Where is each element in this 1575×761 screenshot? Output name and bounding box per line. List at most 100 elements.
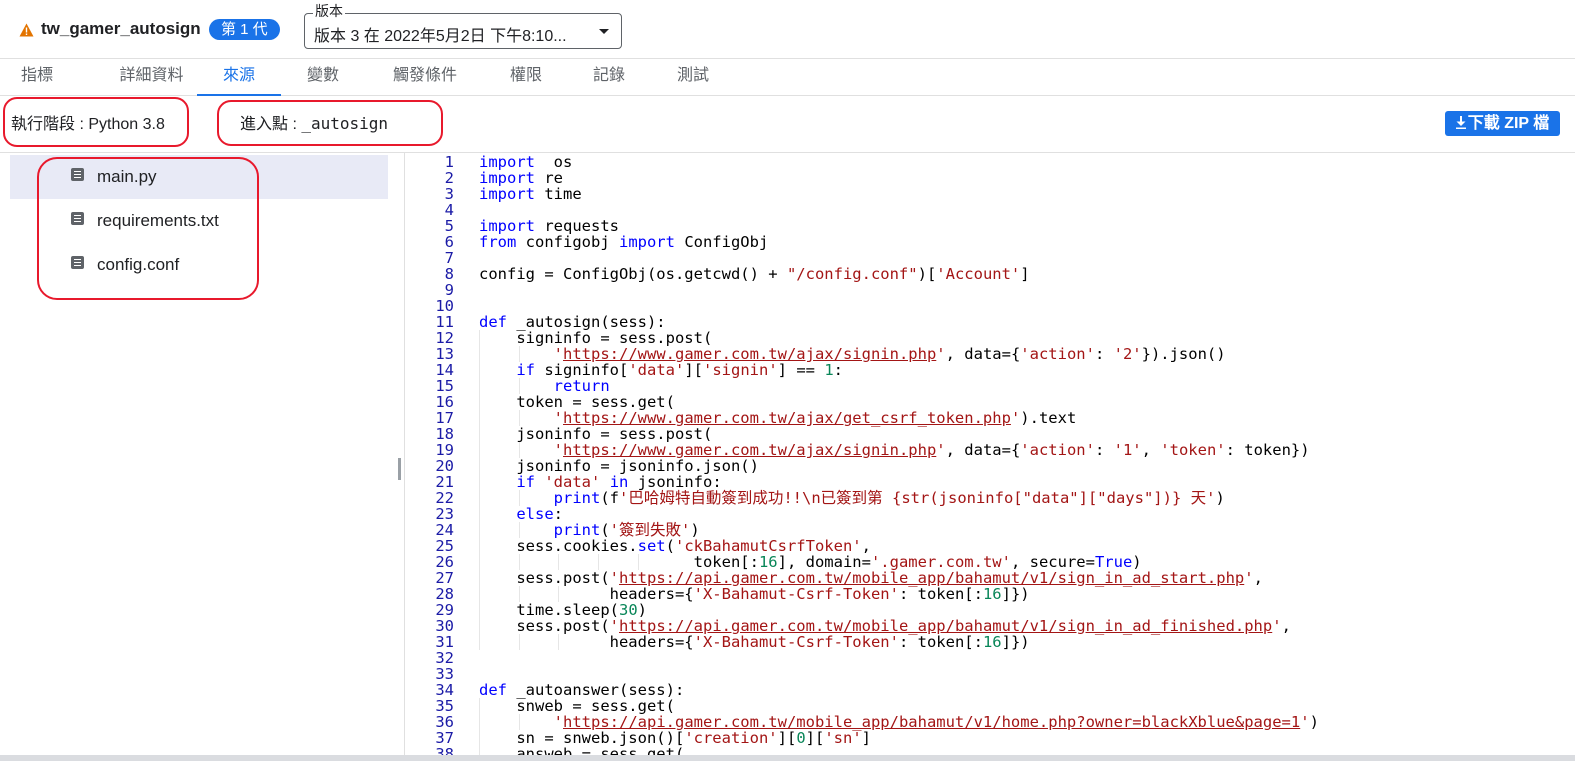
code-text: 'https://www.gamer.com.tw/ajax/signin.ph…	[479, 346, 1226, 362]
tab-testing[interactable]: 測試	[665, 59, 721, 94]
code-text: import time	[479, 186, 582, 202]
code-token: time	[535, 185, 582, 203]
code-editor[interactable]: 1 import os 2 import re 3 import time 4 5 import…	[406, 154, 1575, 761]
code-line: 15 return	[406, 378, 1575, 394]
code-text: signinfo = sess.post(	[479, 330, 712, 346]
line-number: 33	[435, 665, 454, 683]
code-token: '	[1300, 713, 1310, 731]
line-number: 22	[435, 489, 454, 507]
code-text: def _autoanswer(sess):	[479, 682, 684, 698]
code-token: : token})	[1225, 441, 1310, 459]
code-text: jsoninfo = jsoninfo.json()	[479, 458, 759, 474]
line-number: 20	[435, 457, 454, 475]
warning-triangle-icon	[19, 23, 34, 37]
tab-logs[interactable]: 記錄	[581, 59, 637, 94]
code-token: ][	[805, 729, 825, 747]
code-token: '	[1010, 409, 1021, 427]
code-line: 19 'https://www.gamer.com.tw/ajax/signin…	[406, 442, 1575, 458]
code-line: 1 import os	[406, 154, 1575, 170]
code-token: ,	[1281, 617, 1291, 635]
code-token: configobj	[516, 233, 619, 251]
code-token: :	[833, 361, 844, 379]
code-token: }).json()	[1141, 345, 1226, 363]
code-token: 'data'	[628, 361, 685, 379]
code-text: headers={'X-Bahamut-Csrf-Token': token[:…	[479, 634, 1030, 650]
code-text: print('簽到失敗')	[479, 522, 700, 538]
horizontal-scrollbar[interactable]	[0, 755, 1575, 761]
line-number: 37	[435, 729, 454, 747]
line-number: 19	[435, 441, 454, 459]
code-token: 16	[982, 585, 1002, 603]
panel-resize-handle[interactable]	[398, 458, 401, 480]
editor-divider	[404, 153, 405, 761]
line-number: 3	[444, 185, 454, 203]
line-number: 36	[435, 713, 454, 731]
code-text: else:	[479, 506, 563, 522]
line-number: 18	[435, 425, 454, 443]
tab-triggers[interactable]: 觸發條件	[380, 59, 470, 94]
code-line: 5 import requests	[406, 218, 1575, 234]
code-text: return	[479, 378, 610, 394]
line-number: 34	[435, 681, 454, 699]
code-token: , data={	[945, 345, 1021, 363]
code-token: )[	[917, 265, 937, 283]
code-line: 32	[406, 650, 1575, 666]
code-text: import requests	[479, 218, 619, 234]
code-token: 'sn'	[824, 729, 862, 747]
tab-metrics[interactable]: 指標	[9, 59, 65, 94]
code-token: ,	[1141, 441, 1161, 459]
line-number: 9	[444, 281, 454, 299]
line-number: 6	[444, 233, 454, 251]
tab-source[interactable]: 來源	[197, 59, 281, 96]
tab-details[interactable]: 詳細資料	[93, 59, 210, 94]
line-number: 15	[435, 377, 454, 395]
function-name: tw_gamer_autosign	[41, 19, 201, 38]
code-text: if 'data' in jsoninfo:	[479, 474, 721, 490]
code-token: 16	[982, 633, 1002, 651]
code-token: 'action'	[1020, 441, 1095, 459]
code-line: 18 jsoninfo = sess.post(	[406, 426, 1575, 442]
tab-bar: 指標 詳細資料 來源 變數 觸發條件 權限 記錄 測試	[0, 59, 1575, 96]
line-number: 1	[444, 154, 454, 171]
code-line: 4	[406, 202, 1575, 218]
code-text: def _autosign(sess):	[479, 314, 666, 330]
code-line: 31 headers={'X-Bahamut-Csrf-Token': toke…	[406, 634, 1575, 650]
code-text: time.sleep(30)	[479, 602, 647, 618]
code-text: import re	[479, 170, 563, 186]
code-token: '2'	[1113, 345, 1142, 363]
annotation-runtime-circle	[3, 97, 189, 147]
line-number: 31	[435, 633, 454, 651]
tab-variables[interactable]: 變數	[295, 59, 351, 94]
line-number: 26	[435, 553, 454, 571]
line-number: 27	[435, 569, 454, 587]
download-icon	[1455, 116, 1466, 129]
code-line: 37 sn = snweb.json()['creation'][0]['sn'…	[406, 730, 1575, 746]
code-line: 10	[406, 298, 1575, 314]
line-number: 13	[435, 345, 454, 363]
code-token: )	[1215, 489, 1225, 507]
code-line: 7	[406, 250, 1575, 266]
tab-permissions[interactable]: 權限	[498, 59, 554, 94]
code-line: 6 from configobj import ConfigObj	[406, 234, 1575, 250]
line-number: 2	[444, 169, 454, 187]
code-token: '	[936, 345, 946, 363]
code-token: ][	[777, 729, 797, 747]
line-number: 28	[435, 585, 454, 603]
code-token: 'X-Bahamut-Csrf-Token'	[693, 585, 899, 603]
code-text: import os	[479, 154, 572, 170]
divider	[0, 152, 1575, 153]
line-number: 25	[435, 537, 454, 555]
download-zip-button[interactable]: 下載 ZIP 檔	[1445, 111, 1560, 136]
code-line: 14 if signinfo['data']['signin'] == 1:	[406, 362, 1575, 378]
code-token: ]})	[1001, 585, 1030, 603]
line-number: 12	[435, 329, 454, 347]
code-text: from configobj import ConfigObj	[479, 234, 768, 250]
line-number: 8	[444, 265, 454, 283]
code-line: 16 token = sess.get(	[406, 394, 1575, 410]
chevron-down-icon	[599, 29, 609, 34]
code-line: 22 print(f'巴哈姆特自動簽到成功!!\n已簽到第 {str(jsoni…	[406, 490, 1575, 506]
code-line: 26 token[:16], domain='.gamer.com.tw', s…	[406, 554, 1575, 570]
version-select[interactable]: 版本 版本 3 在 2022年5月2日 下午8:10...	[304, 3, 622, 49]
line-number: 7	[444, 249, 454, 267]
code-text: sess.cookies.set('ckBahamutCsrfToken',	[479, 538, 871, 554]
